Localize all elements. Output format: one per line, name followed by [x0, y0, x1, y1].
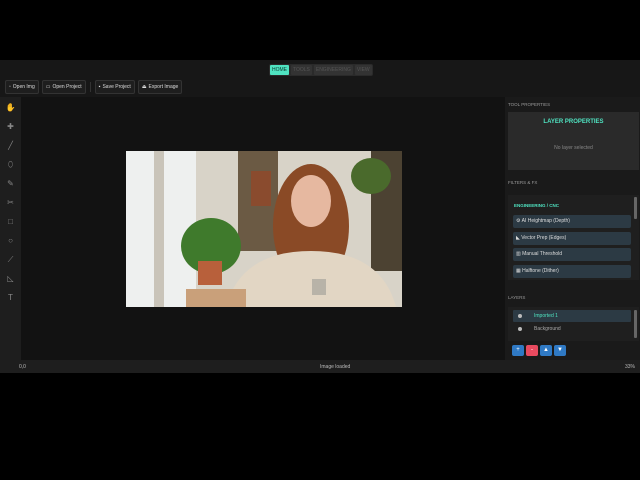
folder-icon: ▫: [9, 84, 11, 90]
export-image-button[interactable]: ⏏ Export Image: [137, 80, 183, 94]
layer-name: Imported 1: [534, 313, 558, 319]
move-layer-up-button[interactable]: ▲: [540, 345, 552, 356]
app-window: HOME TOOLS ENGINEERING VIEW ▫ Open Img ▭ O…: [0, 60, 640, 373]
open-img-button[interactable]: ▫ Open Img: [5, 80, 39, 94]
layer-item-background[interactable]: Background: [513, 323, 631, 335]
status-bar: 0,0 Image loaded 33%: [0, 360, 640, 373]
hand-icon[interactable]: ✋: [6, 102, 16, 114]
filter-vector-prep-button[interactable]: ◣ Vector Prep (Edges): [513, 232, 631, 245]
open-img-label: Open Img: [12, 84, 35, 90]
visibility-icon[interactable]: [518, 313, 522, 318]
tool-properties-heading: TOOL PROPERTIES: [508, 102, 551, 107]
photo-woman-with-cup: [126, 151, 402, 307]
export-image-label: Export Image: [148, 84, 179, 90]
toolbar-divider: [89, 82, 91, 92]
move-icon[interactable]: ✚: [7, 121, 14, 133]
open-project-button[interactable]: ▭ Open Project: [41, 80, 86, 94]
canvas-area[interactable]: [21, 97, 505, 360]
tool-sidebar: ✋ ✚ ╱ ⬯ ✎ ✂ □ ○ ⟋ ◺ T: [0, 97, 21, 360]
export-icon: ⏏: [141, 84, 147, 90]
filter-manual-threshold-button[interactable]: ▥ Manual Threshold: [513, 248, 631, 261]
status-message: Image loaded: [320, 364, 351, 370]
filters-heading: FILTERS & FX: [508, 180, 538, 185]
tab-engineering[interactable]: ENGINEERING: [313, 65, 353, 75]
delete-layer-button[interactable]: -: [526, 345, 538, 356]
rectangle-icon[interactable]: □: [8, 216, 13, 228]
scissors-icon[interactable]: ✂: [7, 197, 14, 209]
circle-icon[interactable]: ○: [8, 235, 13, 247]
filters-list: ENGINEERING / CNC ⚙ AI Heightmap (Depth)…: [508, 195, 639, 280]
text-icon[interactable]: T: [8, 292, 13, 304]
save-project-button[interactable]: ▪ Save Project: [94, 80, 135, 94]
open-project-label: Open Project: [52, 84, 82, 90]
layer-buttons: + - ▲ ▼: [512, 345, 566, 356]
eraser-icon[interactable]: ⬯: [8, 159, 13, 171]
no-layer-message: No layer selected: [554, 145, 593, 151]
save-project-label: Save Project: [102, 84, 131, 90]
brush-icon[interactable]: ✎: [7, 178, 14, 190]
engineering-cnc-heading: ENGINEERING / CNC: [514, 203, 560, 208]
layer-item-imported-1[interactable]: Imported 1: [513, 310, 631, 322]
tab-view[interactable]: VIEW: [354, 65, 372, 75]
layers-heading: LAYERS: [508, 295, 526, 300]
menu-tabs: HOME TOOLS ENGINEERING VIEW: [269, 64, 373, 76]
cursor-coords: 0,0: [19, 364, 26, 370]
filter-halftone-button[interactable]: ▦ Halftone (Dither): [513, 265, 631, 278]
image-layer: [126, 151, 402, 307]
layers-scrollbar[interactable]: [634, 310, 637, 338]
add-layer-button[interactable]: +: [512, 345, 524, 356]
ruler-icon[interactable]: ◺: [7, 273, 13, 285]
layer-properties-panel: LAYER PROPERTIES No layer selected: [508, 112, 639, 170]
pencil-icon[interactable]: ╱: [8, 140, 13, 152]
layer-properties-title: LAYER PROPERTIES: [543, 119, 604, 125]
toolbar: ▫ Open Img ▭ Open Project ▪ Save Project ⏏ E…: [5, 80, 183, 94]
folder-icon: ▭: [45, 84, 51, 90]
tab-home[interactable]: HOME: [270, 65, 289, 75]
properties-panel: TOOL PROPERTIES LAYER PROPERTIES No laye…: [505, 97, 640, 360]
layer-name: Background: [534, 326, 561, 332]
tab-tools[interactable]: TOOLS: [291, 65, 312, 75]
move-layer-down-button[interactable]: ▼: [554, 345, 566, 356]
filters-scrollbar[interactable]: [634, 197, 637, 219]
save-icon: ▪: [98, 84, 101, 90]
layers-list: Imported 1 Background: [508, 307, 639, 341]
visibility-icon[interactable]: [518, 326, 522, 331]
zoom-level: 33%: [624, 364, 635, 370]
filter-ai-heightmap-button[interactable]: ⚙ AI Heightmap (Depth): [513, 215, 631, 228]
line-icon[interactable]: ⟋: [8, 254, 14, 266]
